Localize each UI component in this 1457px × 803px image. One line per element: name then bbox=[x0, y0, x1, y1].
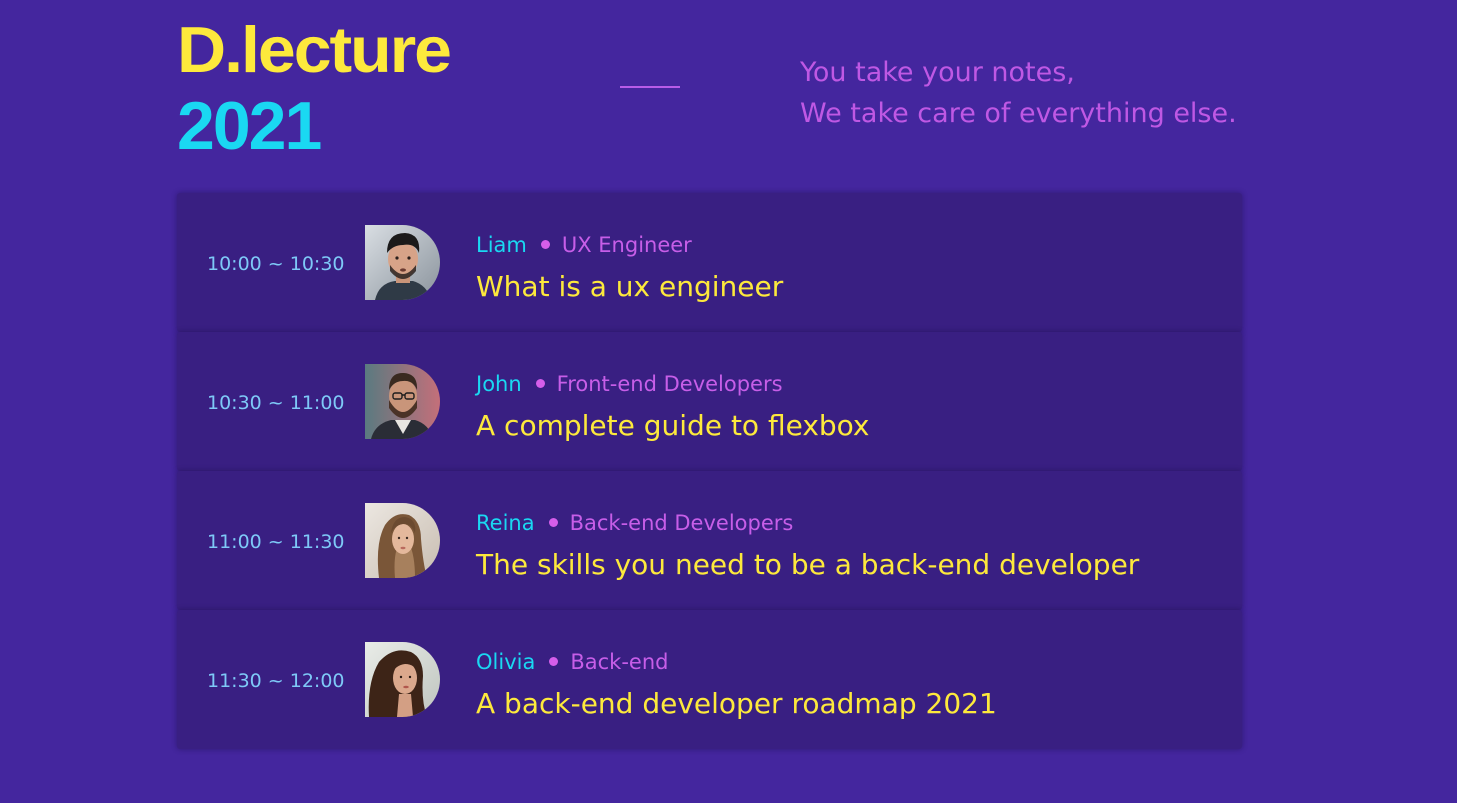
session-card[interactable]: 10:30 ~ 11:00 John Front-end Developers … bbox=[177, 332, 1242, 471]
session-title[interactable]: The skills you need to be a back-end dev… bbox=[476, 548, 1139, 581]
header-divider bbox=[620, 86, 680, 88]
session-card[interactable]: 10:00 ~ 10:30 Liam UX Engineer What is a… bbox=[177, 193, 1242, 332]
session-card[interactable]: 11:00 ~ 11:30 Reina Back-end Developers … bbox=[177, 471, 1242, 610]
speaker-avatar bbox=[365, 364, 440, 439]
session-meta: Reina Back-end Developers bbox=[476, 511, 793, 535]
separator-dot bbox=[548, 517, 558, 527]
speaker-name[interactable]: Liam bbox=[476, 233, 527, 257]
speaker-role: UX Engineer bbox=[561, 233, 692, 257]
page-header: D.lecture 2021 You take your notes, We t… bbox=[177, 18, 1242, 168]
speaker-name[interactable]: Olivia bbox=[476, 650, 535, 674]
tagline-line-2: We take care of everything else. bbox=[800, 98, 1237, 129]
speaker-role: Back-end bbox=[570, 650, 669, 674]
session-title[interactable]: A back-end developer roadmap 2021 bbox=[476, 687, 997, 720]
session-time: 11:30 ~ 12:00 bbox=[207, 670, 345, 692]
session-card[interactable]: 11:30 ~ 12:00 Olivia Back-end A back-end… bbox=[177, 610, 1242, 749]
speaker-role: Front-end Developers bbox=[556, 372, 783, 396]
separator-dot bbox=[535, 378, 545, 388]
speaker-name[interactable]: John bbox=[476, 372, 522, 396]
brand-name: D.lecture bbox=[177, 14, 452, 87]
tagline: You take your notes, We take care of eve… bbox=[800, 52, 1237, 134]
speaker-role: Back-end Developers bbox=[569, 511, 794, 535]
separator-dot bbox=[549, 656, 559, 666]
speaker-avatar bbox=[365, 503, 440, 578]
session-title[interactable]: A complete guide to flexbox bbox=[476, 409, 870, 442]
brand-year: 2021 bbox=[177, 88, 322, 164]
brand-logo: D.lecture 2021 bbox=[177, 14, 452, 164]
session-meta: Liam UX Engineer bbox=[476, 233, 692, 257]
session-time: 10:30 ~ 11:00 bbox=[207, 392, 345, 414]
session-time: 11:00 ~ 11:30 bbox=[207, 531, 345, 553]
session-time: 10:00 ~ 10:30 bbox=[207, 253, 345, 275]
separator-dot bbox=[540, 239, 550, 249]
lecture-schedule: 10:00 ~ 10:30 Liam UX Engineer What is a… bbox=[177, 193, 1242, 749]
session-meta: John Front-end Developers bbox=[476, 372, 783, 396]
speaker-avatar bbox=[365, 225, 440, 300]
tagline-line-1: You take your notes, bbox=[800, 57, 1075, 88]
speaker-name[interactable]: Reina bbox=[476, 511, 535, 535]
session-title[interactable]: What is a ux engineer bbox=[476, 270, 783, 303]
speaker-avatar bbox=[365, 642, 440, 717]
session-meta: Olivia Back-end bbox=[476, 650, 668, 674]
